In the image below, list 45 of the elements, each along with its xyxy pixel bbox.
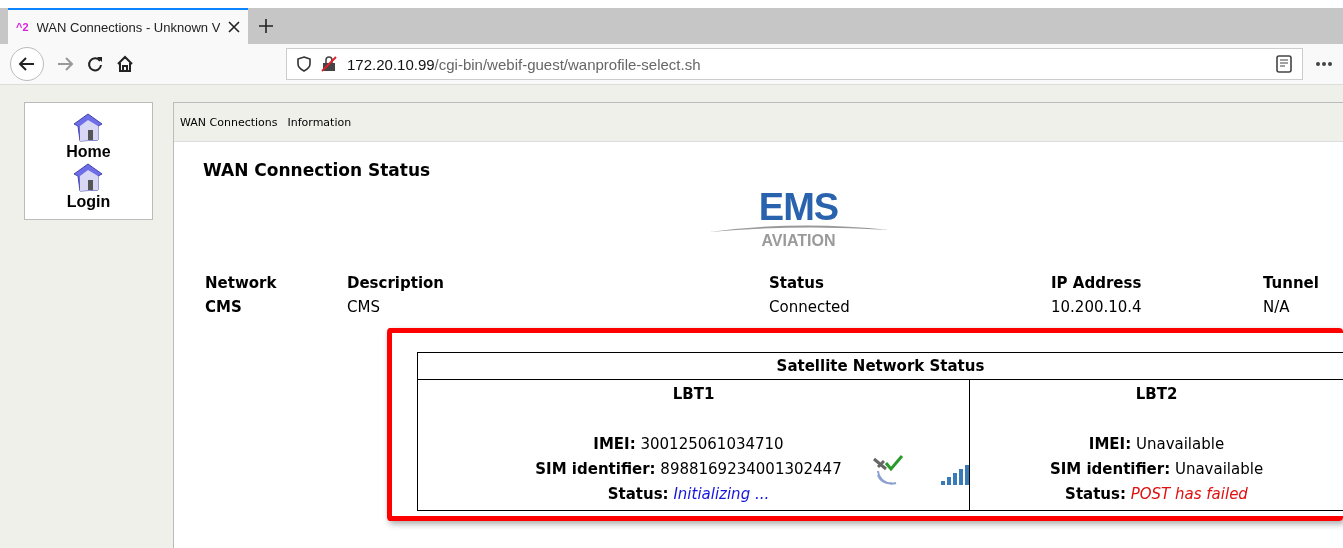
imei-text: IMEI: Unavailable [1088,434,1225,455]
more-icon[interactable] [1315,61,1333,67]
insecure-lock-icon [321,56,337,72]
shield-icon [297,56,311,72]
table-cell-text: Connected [769,298,851,316]
imei-text: IMEI: 300125061034710 [593,434,784,455]
browser-tab[interactable]: ^2 WAN Connections - Unknown V [8,8,248,44]
menu-link[interactable]: WAN Connections [180,115,278,129]
house-icon [72,161,105,193]
logo: EMS AVIATION [708,190,889,250]
back-arrow-icon [18,55,36,73]
url-text: 172.20.10.99/cgi-bin/webif-guest/wanprofile-select.sh [347,55,701,73]
signal-bars-icon [939,463,972,485]
table-cell-text: CMS [205,298,243,316]
menu-link[interactable]: Information [287,115,352,129]
status-text: Status: POST has failed [1065,484,1248,505]
close-icon[interactable] [228,21,240,33]
column-header: Description [347,274,446,292]
unit-name: LBT1 [672,385,715,403]
back-button[interactable] [10,47,44,81]
status-text: Status: Initializing ... [607,484,770,505]
tab-title: WAN Connections - Unknown V [36,19,220,35]
table-cell-text: N/A [1263,298,1291,316]
sidebar-link[interactable]: Home [66,111,111,161]
plus-icon [258,18,274,34]
column-header: Network [205,274,278,292]
sim-text: SIM identifier: Unavailable [1049,459,1264,480]
column-header: Status [769,274,825,292]
sim-text: SIM identifier: 8988169234001302447 [535,459,842,480]
unit-name: LBT2 [1135,385,1178,403]
table-cell-text: CMS [347,298,381,316]
column-header: Tunnel [1263,274,1320,292]
satellite-title: Satellite Network Status [418,353,1343,380]
sidebar-link[interactable]: Login [66,161,111,211]
satellite-check-icon [871,455,904,485]
reader-view-icon[interactable] [1276,55,1292,73]
column-header: IP Address [1051,274,1143,292]
home-icon[interactable] [116,55,134,73]
address-field[interactable]: 172.20.10.99/cgi-bin/webif-guest/wanprofile-select.sh [286,48,1303,80]
reload-icon[interactable] [86,55,104,73]
house-icon [72,111,105,143]
forward-icon[interactable] [56,55,74,73]
tab-counter-label: ^2 [16,21,29,33]
page-title: WAN Connection Status [203,160,432,180]
table-cell-text: 10.200.10.4 [1051,298,1143,316]
